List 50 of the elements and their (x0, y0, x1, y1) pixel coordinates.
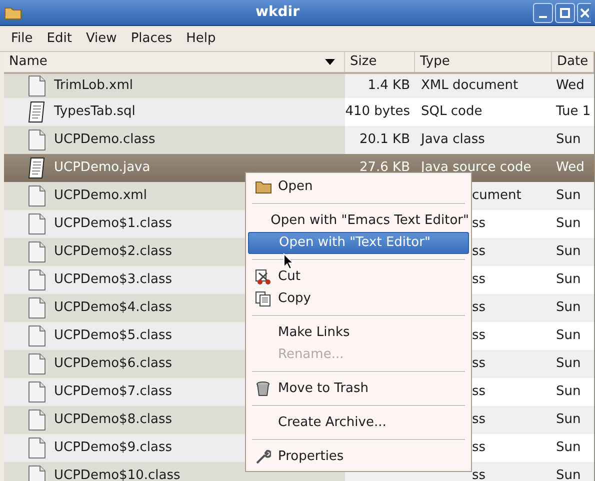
file-name: UCPDemo$7.class (54, 383, 172, 402)
file-name: UCPDemo.xml (54, 187, 147, 206)
file-type: Java source code (421, 159, 532, 178)
file-size: 410 bytes (345, 103, 410, 122)
file-date: Wed (556, 77, 584, 96)
file-date: Tue 1 (556, 103, 591, 122)
file-size: 27.6 KB (359, 159, 410, 178)
file-name: UCPDemo$5.class (54, 327, 172, 346)
file-name: UCPDemo.class (54, 131, 156, 150)
file-name: UCPDemo$6.class (54, 355, 172, 374)
file-name: UCPDemo.java (54, 159, 150, 178)
file-name: TrimLob.xml (54, 77, 133, 96)
file-date: Sun (556, 327, 581, 346)
file-name: UCPDemo$9.class (54, 439, 172, 458)
window-title: wkdir (256, 3, 300, 22)
file-date: Sun (556, 243, 581, 262)
file-type: ss (472, 243, 486, 262)
file-date: Sun (556, 215, 581, 234)
file-type: ss (472, 327, 486, 346)
file-type: ss (472, 299, 486, 318)
file-date: Sun (556, 299, 581, 318)
file-type: Java class (421, 131, 485, 150)
file-date: Sun (556, 411, 581, 430)
file-name: UCPDemo$2.class (54, 243, 172, 262)
file-name: TypesTab.sql (54, 103, 136, 122)
file-type: cument (472, 187, 522, 206)
file-type: ss (472, 215, 486, 234)
file-date: Sun (556, 131, 581, 150)
file-type: SQL code (421, 103, 482, 122)
file-type: ss (472, 355, 486, 374)
file-name: UCPDemo$3.class (54, 271, 172, 290)
file-type: ss (472, 383, 486, 402)
file-type: ss (472, 271, 486, 290)
file-date: Sun (556, 271, 581, 290)
file-date: Wed (556, 159, 584, 178)
file-name: UCPDemo$8.class (54, 411, 172, 430)
file-type: XML document (421, 77, 518, 96)
file-date: Sun (556, 439, 581, 458)
file-size: 1.4 KB (368, 77, 410, 96)
file-date: Sun (556, 383, 581, 402)
file-type: ss (472, 411, 486, 430)
file-size: 20.1 KB (359, 131, 410, 150)
file-name: UCPDemo$10.class (54, 467, 180, 481)
file-name: UCPDemo$4.class (54, 299, 172, 318)
file-date: Sun (556, 187, 581, 206)
file-date: Sun (556, 467, 581, 481)
file-type: ss (472, 467, 486, 481)
file-name: UCPDemo$1.class (54, 215, 172, 234)
file-type: ss (472, 439, 486, 458)
file-date: Sun (556, 355, 581, 374)
